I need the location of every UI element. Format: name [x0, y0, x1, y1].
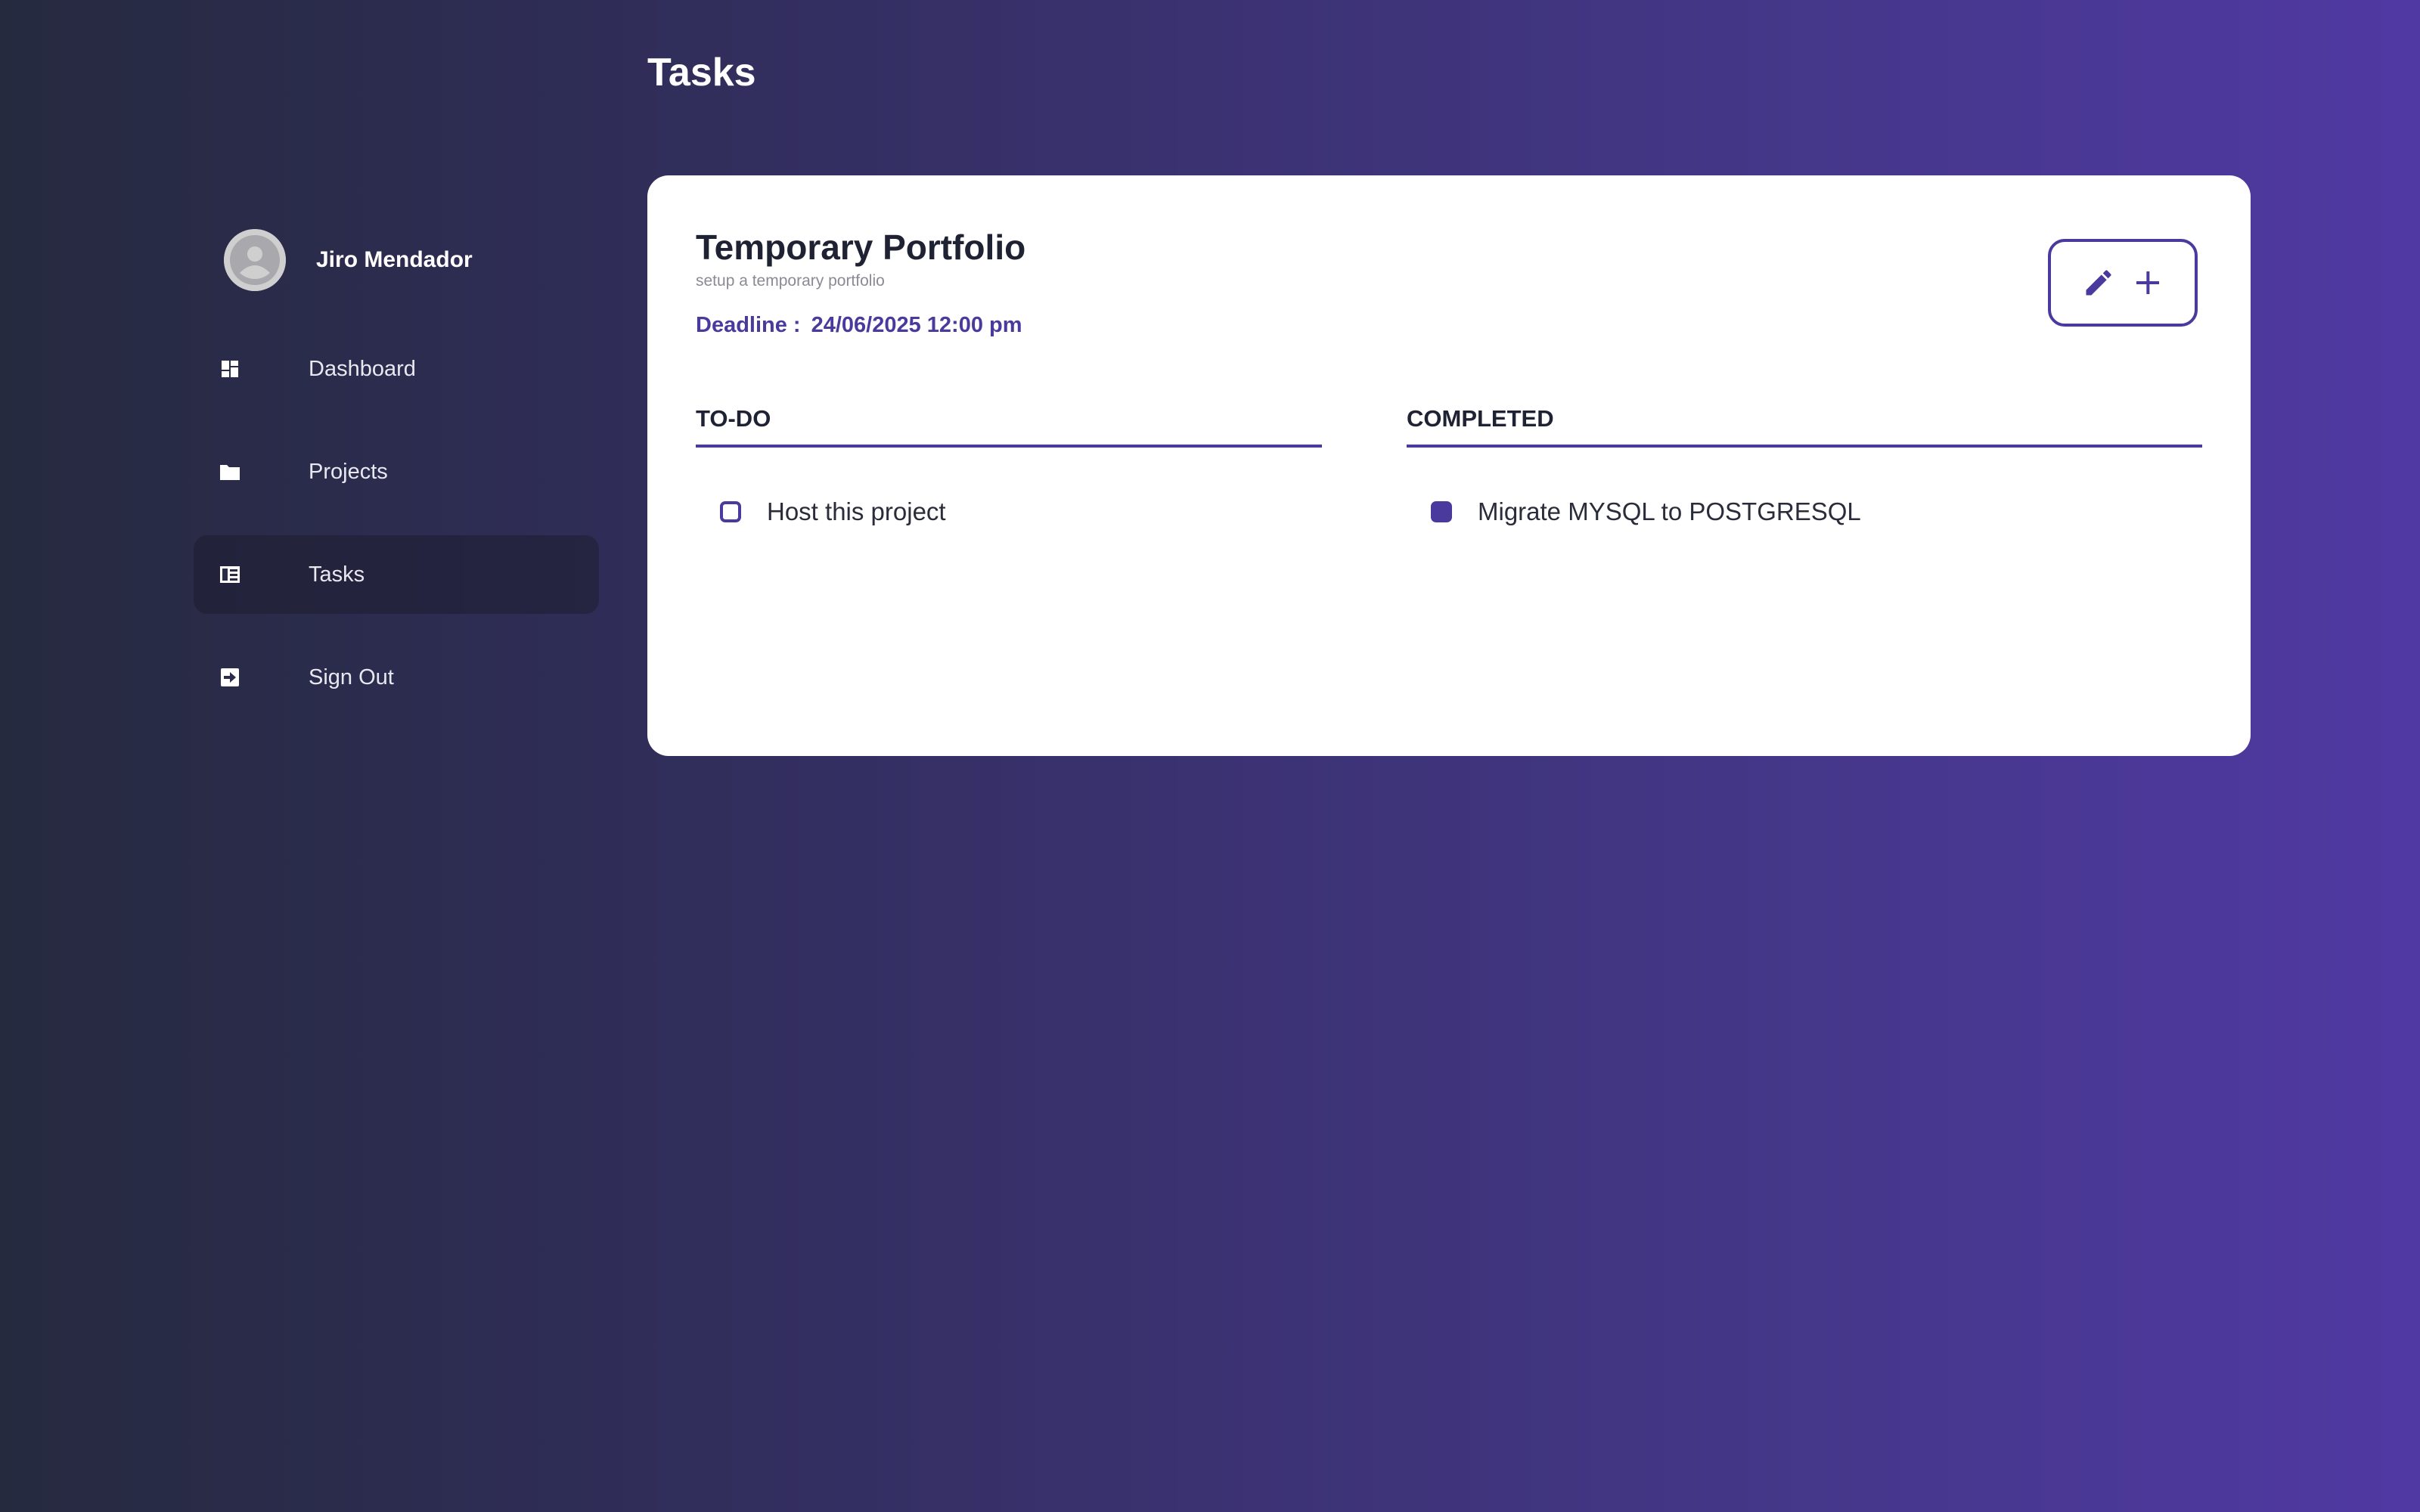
sidebar-item-label: Tasks — [309, 562, 365, 587]
sidebar-item-projects[interactable]: Projects — [194, 432, 599, 511]
sign-out-icon — [219, 667, 240, 688]
user-name: Jiro Mendador — [316, 247, 473, 272]
task-item: Migrate MYSQL to POSTGRESQL — [1407, 493, 2202, 531]
add-task-button[interactable] — [2129, 264, 2167, 302]
task-label: Migrate MYSQL to POSTGRESQL — [1478, 497, 1861, 525]
project-deadline: Deadline : 24/06/2025 12:00 pm — [696, 313, 1022, 338]
todo-header: TO-DO — [696, 402, 1322, 448]
edit-button[interactable] — [2080, 264, 2118, 302]
completed-header: COMPLETED — [1407, 402, 2202, 448]
sidebar-item-label: Projects — [309, 459, 388, 484]
deadline-label: Deadline : — [696, 313, 801, 337]
pencil-icon — [2086, 270, 2111, 296]
task-checkbox[interactable] — [720, 501, 741, 522]
folder-icon — [219, 461, 240, 482]
task-label: Host this project — [767, 497, 946, 525]
project-description: setup a temporary portfolio — [696, 272, 885, 290]
project-actions — [2048, 239, 2198, 327]
todo-column: TO-DO Host this project — [696, 402, 1322, 531]
page-title: Tasks — [647, 51, 756, 94]
completed-column: COMPLETED Migrate MYSQL to POSTGRESQL — [1407, 402, 2202, 531]
sidebar: Jiro Mendador Dashboard Projects Tasks S… — [194, 227, 599, 741]
sidebar-item-label: Dashboard — [309, 356, 416, 381]
tasks-icon — [219, 564, 240, 585]
sidebar-item-label: Sign Out — [309, 665, 394, 689]
deadline-value: 24/06/2025 12:00 pm — [811, 313, 1022, 337]
sidebar-item-dashboard[interactable]: Dashboard — [194, 330, 599, 408]
avatar — [224, 229, 286, 291]
project-card: Temporary Portfolio setup a temporary po… — [647, 175, 2251, 756]
sidebar-item-sign-out[interactable]: Sign Out — [194, 638, 599, 717]
dashboard-icon — [219, 358, 240, 380]
plus-icon — [2136, 271, 2159, 294]
sidebar-item-tasks[interactable]: Tasks — [194, 535, 599, 614]
project-title: Temporary Portfolio — [696, 228, 1026, 267]
task-item: Host this project — [696, 493, 1322, 531]
user-avatar-icon — [224, 229, 286, 291]
task-checkbox[interactable] — [1431, 501, 1452, 522]
user-profile[interactable]: Jiro Mendador — [194, 227, 599, 293]
